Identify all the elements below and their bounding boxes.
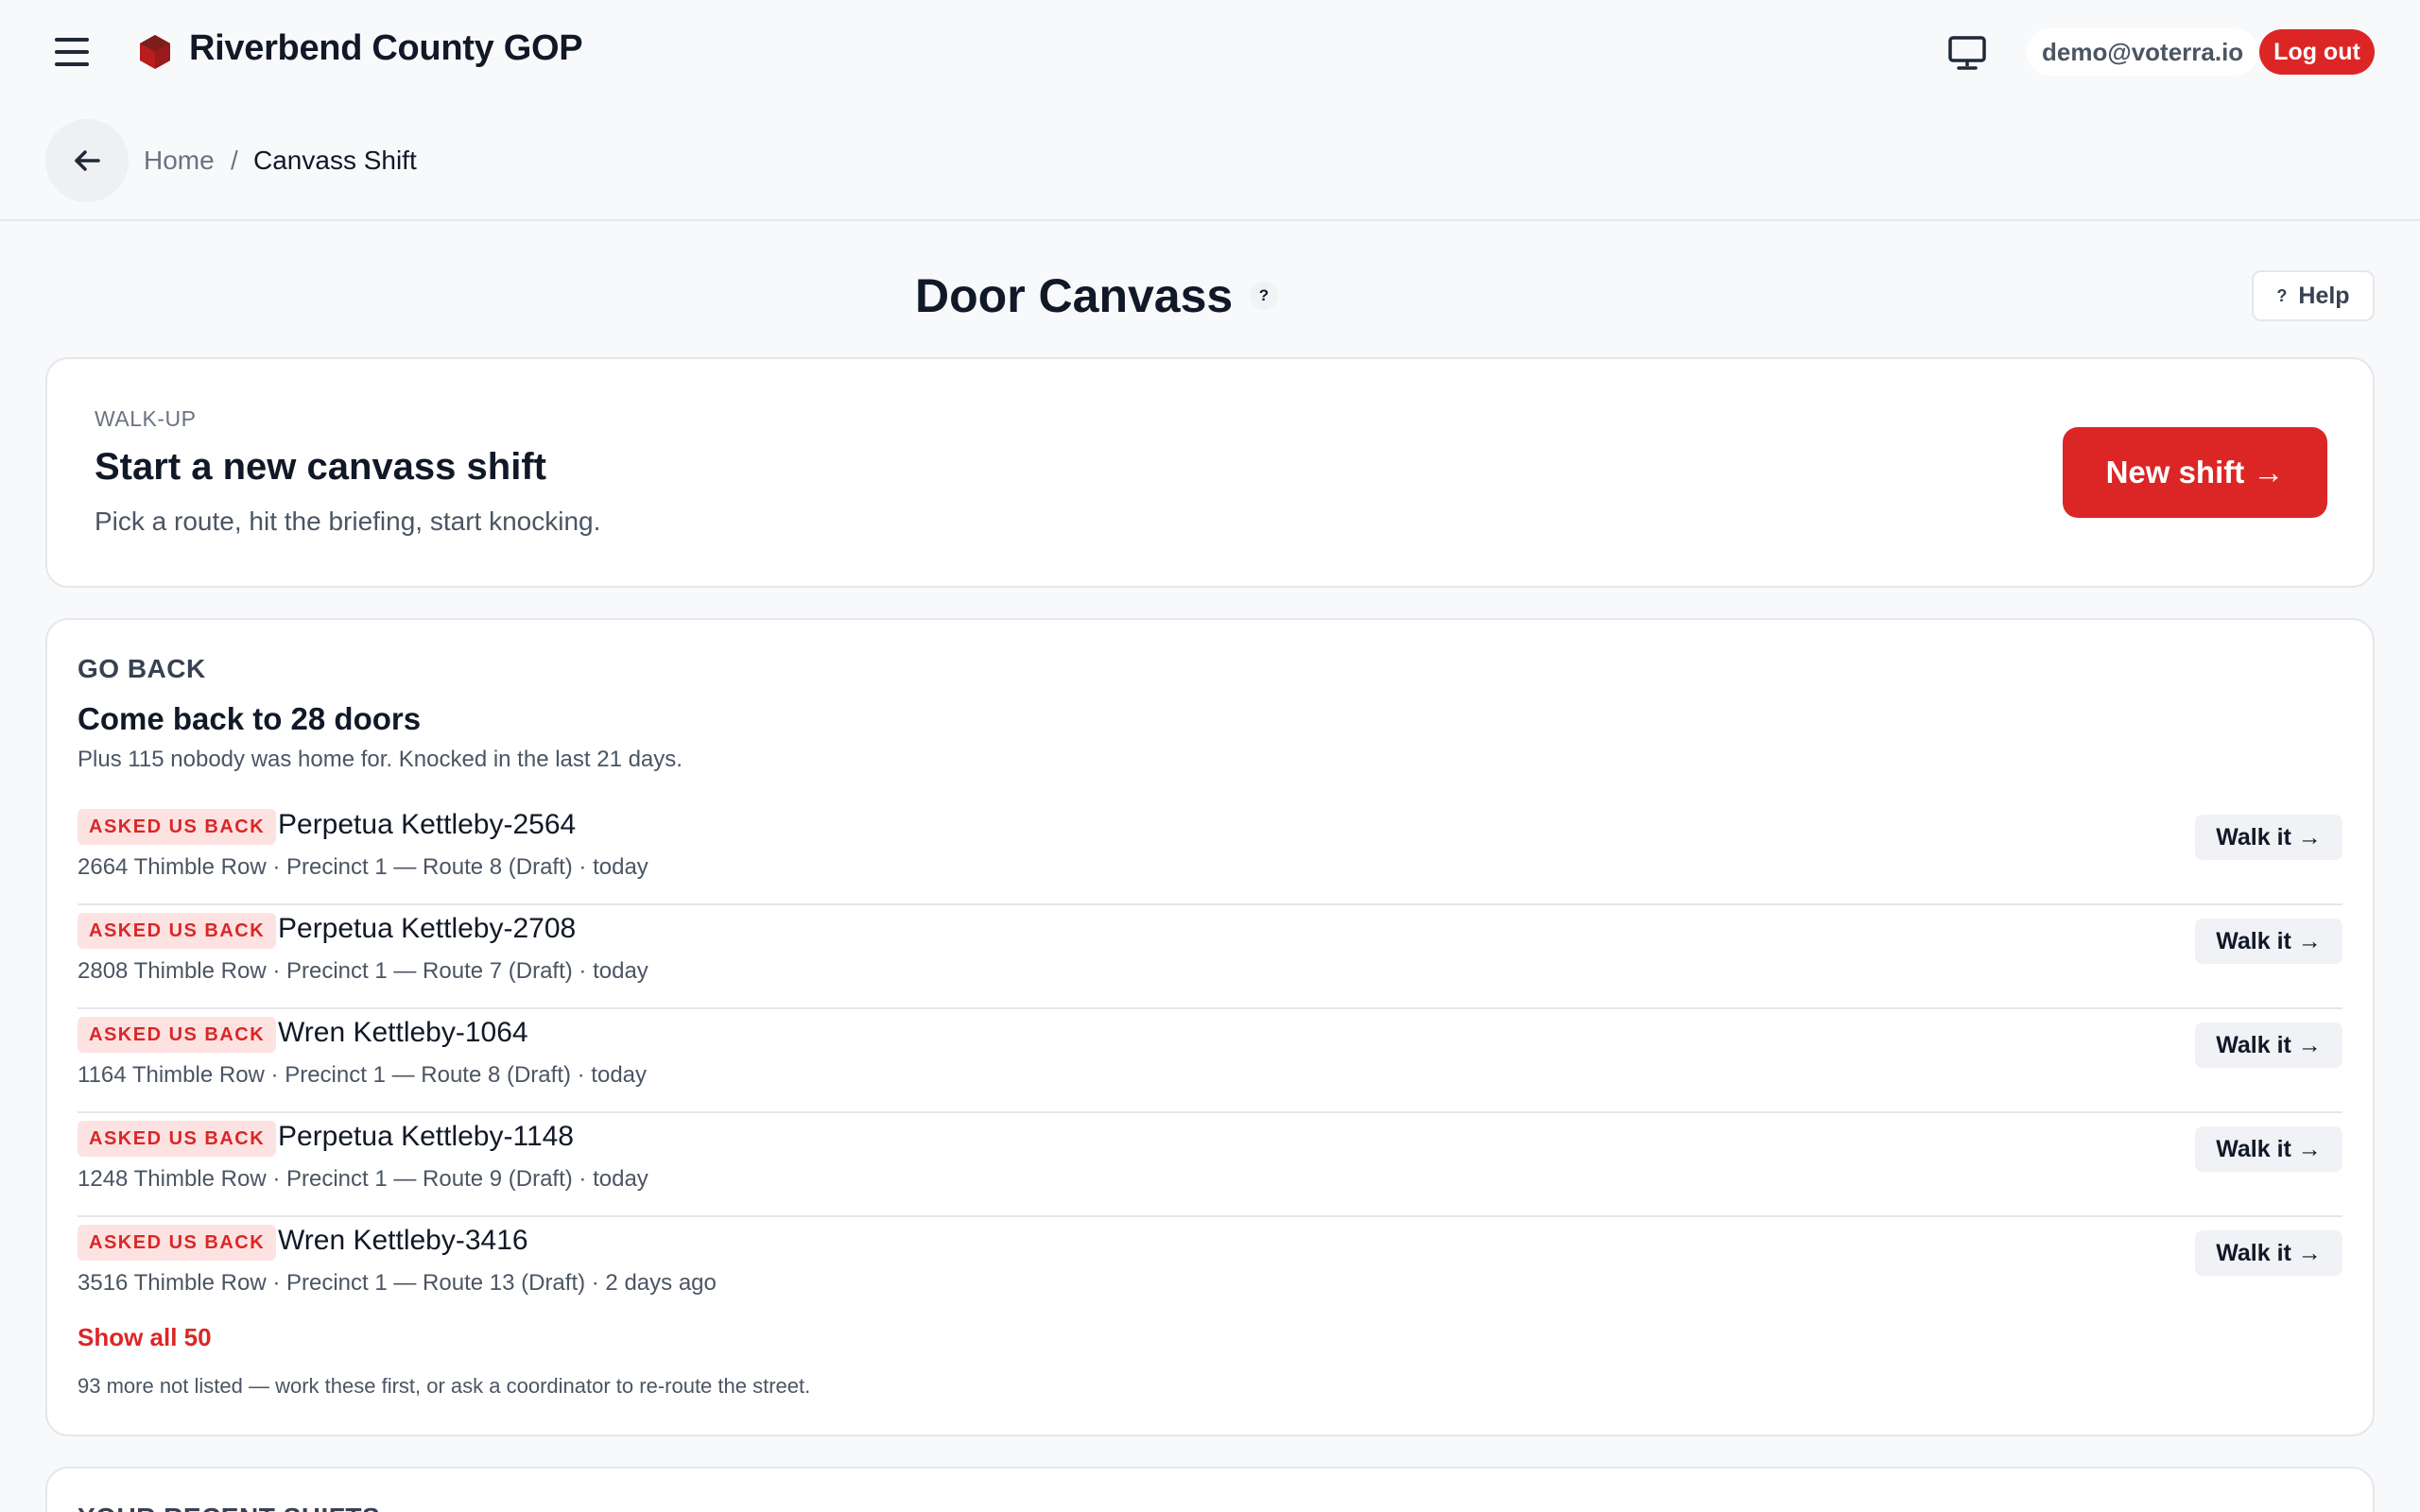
status-badge: ASKED US BACK [78, 1225, 277, 1261]
org-name: Riverbend County GOP [189, 28, 583, 68]
walkup-eyebrow: WALK-UP [95, 406, 197, 431]
walkup-card: WALK-UP Start a new canvass shift Pick a… [45, 357, 2375, 588]
voter-name: Perpetua Kettleby-2708 [278, 913, 577, 944]
voter-name: Wren Kettleby-3416 [278, 1225, 528, 1256]
go-back-subtitle: Plus 115 nobody was home for. Knocked in… [78, 747, 683, 772]
monitor-icon[interactable] [1947, 34, 1987, 72]
walk-it-button[interactable]: Walk it → [2195, 919, 2342, 964]
walk-it-button[interactable]: Walk it → [2195, 815, 2342, 860]
go-back-title: Come back to 28 doors [78, 701, 422, 736]
walkup-title: Start a new canvass shift [95, 446, 546, 488]
new-shift-button[interactable]: New shift → [2063, 427, 2327, 518]
breadcrumb-current: Canvass Shift [253, 146, 417, 175]
breadcrumb: Home / Canvass Shift [0, 106, 2420, 221]
voter-name: Perpetua Kettleby-2564 [278, 809, 577, 840]
logout-button[interactable]: Log out [2259, 29, 2375, 75]
page-title: Door Canvass [915, 269, 1234, 322]
show-all-link[interactable]: Show all 50 [78, 1323, 212, 1352]
walkup-subtitle: Pick a route, hit the briefing, start kn… [95, 507, 601, 536]
walk-it-button[interactable]: Walk it → [2195, 1126, 2342, 1172]
go-back-eyebrow: GO BACK [78, 654, 206, 683]
back-button[interactable] [45, 119, 129, 202]
voter-address: 1248 Thimble Row · Precinct 1 — Route 9 … [78, 1166, 648, 1192]
breadcrumb-separator: / [231, 146, 238, 175]
top-bar: Riverbend County GOP demo@voterra.io Log… [0, 0, 2420, 106]
title-help-icon[interactable]: ? [1250, 282, 1278, 310]
recent-shifts-card: YOUR RECENT SHIFTS [45, 1467, 2375, 1512]
walk-it-button[interactable]: Walk it → [2195, 1022, 2342, 1068]
question-icon: ? [2276, 285, 2288, 305]
help-button[interactable]: ? Help [2252, 270, 2375, 321]
voter-address: 2808 Thimble Row · Precinct 1 — Route 7 … [78, 958, 648, 984]
go-back-card: GO BACK Come back to 28 doors Plus 115 n… [45, 618, 2375, 1436]
walk-it-button[interactable]: Walk it → [2195, 1230, 2342, 1276]
list-item: ASKED US BACK Wren Kettleby-1064 1164 Th… [78, 1009, 2342, 1113]
voter-name: Perpetua Kettleby-1148 [278, 1121, 574, 1152]
list-item: ASKED US BACK Wren Kettleby-3416 3516 Th… [78, 1217, 2342, 1321]
go-back-footnote: 93 more not listed — work these first, o… [78, 1374, 811, 1398]
breadcrumb-home-link[interactable]: Home [144, 146, 215, 176]
status-badge: ASKED US BACK [78, 913, 277, 949]
status-badge: ASKED US BACK [78, 1121, 277, 1157]
user-email: demo@voterra.io [2027, 28, 2259, 76]
voter-name: Wren Kettleby-1064 [278, 1017, 528, 1048]
voter-address: 3516 Thimble Row · Precinct 1 — Route 13… [78, 1270, 717, 1296]
list-item: ASKED US BACK Perpetua Kettleby-1148 124… [78, 1113, 2342, 1217]
logo-icon [140, 35, 170, 69]
recent-shifts-eyebrow: YOUR RECENT SHIFTS [78, 1503, 380, 1512]
voter-address: 1164 Thimble Row · Precinct 1 — Route 8 … [78, 1062, 648, 1088]
help-label: Help [2298, 282, 2350, 309]
status-badge: ASKED US BACK [78, 809, 277, 845]
status-badge: ASKED US BACK [78, 1017, 277, 1053]
voter-address: 2664 Thimble Row · Precinct 1 — Route 8 … [78, 854, 648, 880]
list-item: ASKED US BACK Perpetua Kettleby-2708 280… [78, 905, 2342, 1009]
arrow-left-icon [75, 150, 100, 171]
menu-icon[interactable] [55, 38, 89, 66]
list-item: ASKED US BACK Perpetua Kettleby-2564 266… [78, 801, 2342, 905]
